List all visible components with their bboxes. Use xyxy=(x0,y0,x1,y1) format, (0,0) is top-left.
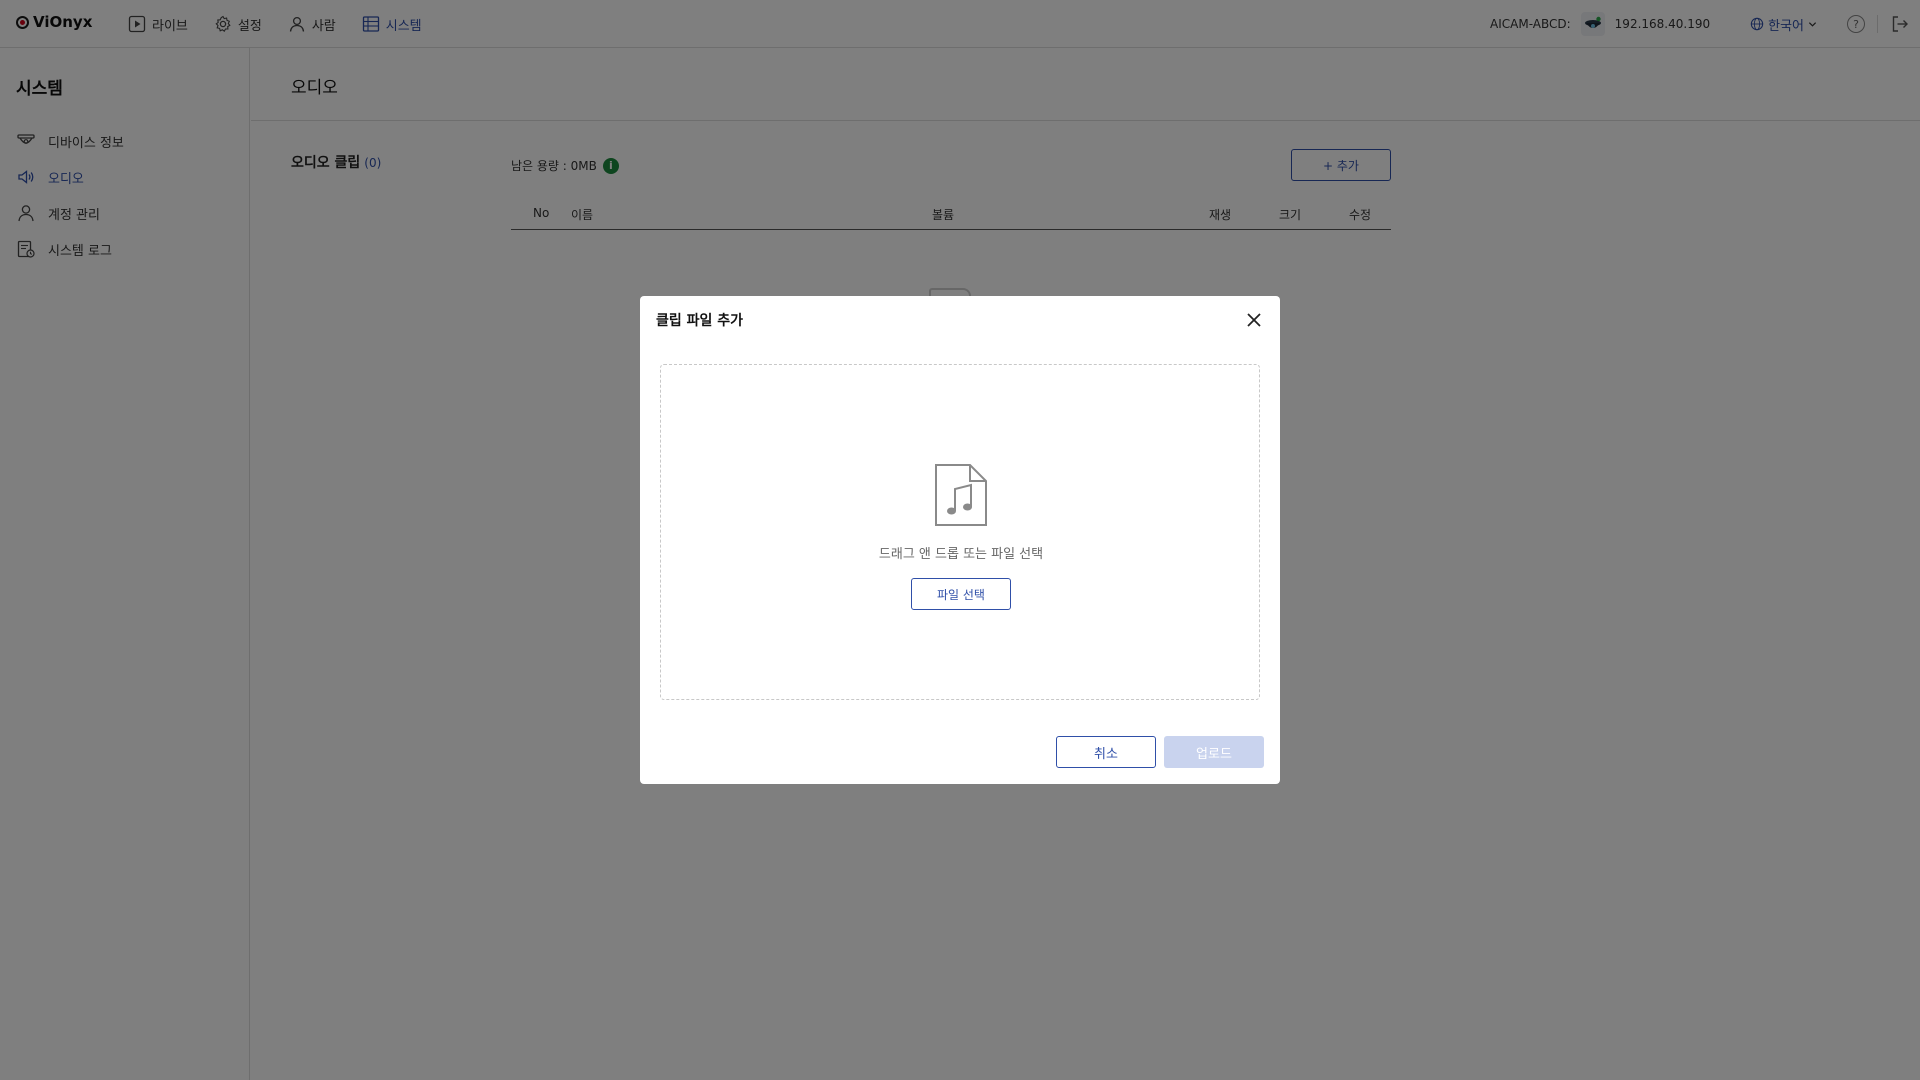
dialog-title: 클립 파일 추가 xyxy=(656,313,744,329)
music-file-icon xyxy=(935,464,987,526)
drop-instructions: 드래그 앤 드롭 또는 파일 선택 xyxy=(878,547,1044,562)
cancel-button[interactable]: 취소 xyxy=(1056,736,1156,768)
close-icon[interactable] xyxy=(1244,310,1264,330)
upload-button[interactable]: 업로드 xyxy=(1164,736,1264,768)
add-clip-dialog: 클립 파일 추가 드래그 앤 드롭 또는 파일 선택 파일 선택 취소 업로드 xyxy=(640,296,1280,784)
file-select-button[interactable]: 파일 선택 xyxy=(911,578,1011,610)
file-dropzone[interactable]: 드래그 앤 드롭 또는 파일 선택 파일 선택 xyxy=(660,364,1260,700)
